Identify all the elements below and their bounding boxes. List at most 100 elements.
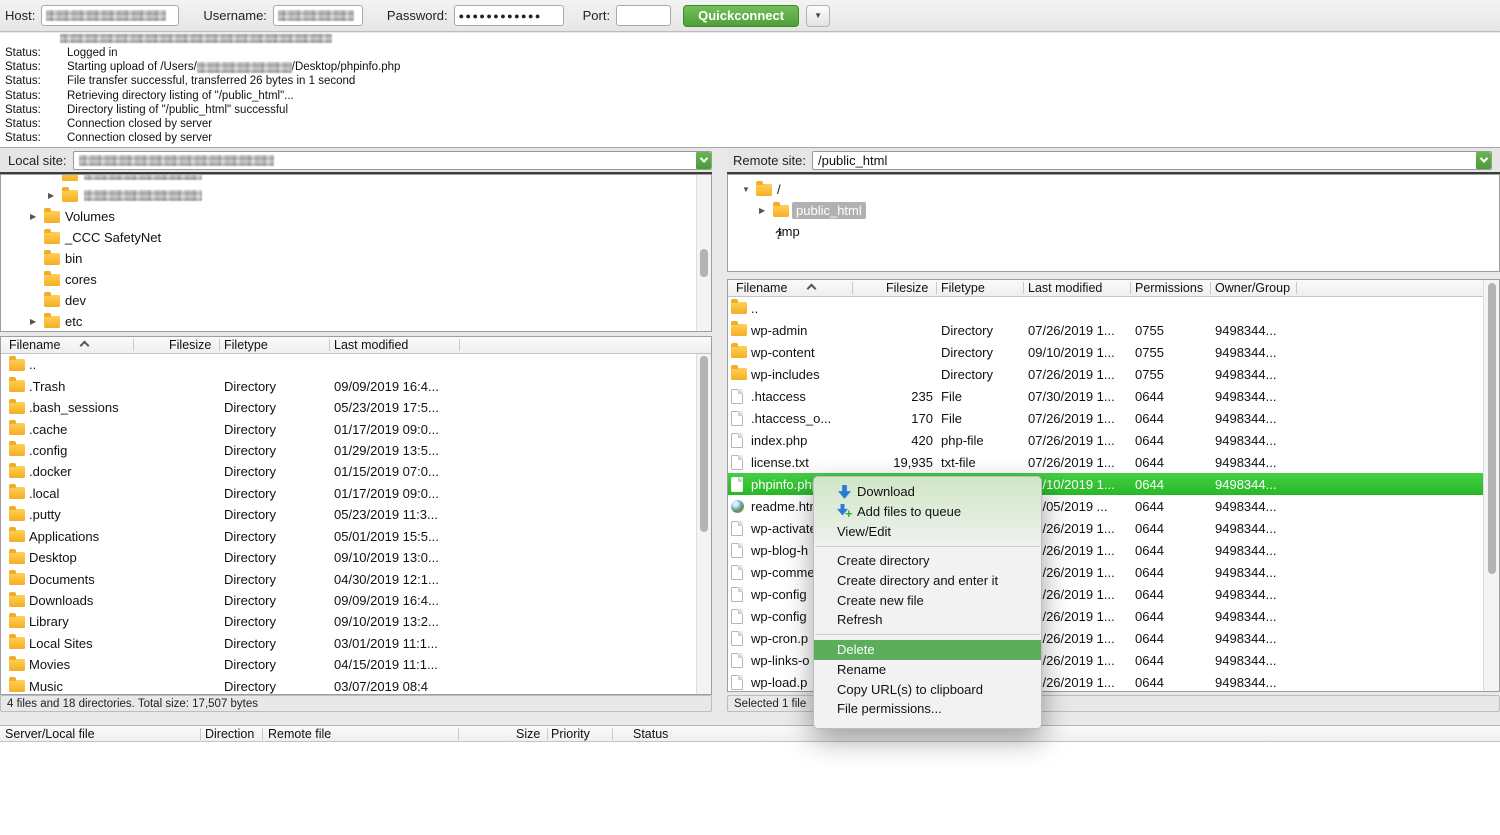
column-header-filename[interactable]: Filename	[9, 338, 60, 352]
file-row[interactable]: Desktop Directory 09/10/2019 13:0...	[1, 547, 711, 568]
file-row[interactable]: .Trash Directory 09/09/2019 16:4...	[1, 375, 711, 396]
permissions-cell: 0644	[1135, 583, 1207, 605]
column-header-permissions[interactable]: Permissions	[1135, 281, 1203, 295]
username-input[interactable]	[273, 5, 363, 26]
context-menu-item[interactable]: File permissions...	[814, 699, 1041, 719]
tree-item[interactable]: bin	[1, 248, 711, 269]
file-row[interactable]: ..	[728, 297, 1483, 319]
tree-item[interactable]: ▶ Volumes	[1, 206, 711, 227]
tree-item[interactable]: tmp	[728, 221, 1499, 242]
remote-site-combo[interactable]: /public_html	[812, 151, 1492, 170]
transfer-queue-header: Server/Local file Direction Remote file …	[0, 725, 1500, 742]
column-header-filesize[interactable]: Filesize	[169, 338, 211, 352]
context-menu-item[interactable]: Create new file	[814, 590, 1041, 610]
expand-arrow-icon[interactable]: ▶	[48, 191, 62, 200]
file-row[interactable]: Library Directory 09/10/2019 13:2...	[1, 611, 711, 632]
column-header-lastmodified[interactable]: Last modified	[1028, 281, 1102, 295]
file-row[interactable]: Movies Directory 04/15/2019 11:1...	[1, 654, 711, 675]
filesize-cell	[141, 633, 215, 654]
password-input[interactable]: ●●●●●●●●●●●●	[454, 5, 564, 26]
file-row[interactable]: .config Directory 01/29/2019 13:5...	[1, 440, 711, 461]
column-header-ownergroup[interactable]: Owner/Group	[1215, 281, 1290, 295]
quickconnect-history-button[interactable]: ▼	[806, 5, 830, 27]
remote-list-scrollbar[interactable]	[1483, 280, 1499, 691]
column-header-lastmodified[interactable]: Last modified	[334, 338, 408, 352]
file-row[interactable]: Downloads Directory 09/09/2019 16:4...	[1, 590, 711, 611]
context-menu-item[interactable]: Copy URL(s) to clipboard	[814, 679, 1041, 699]
lastmodified-cell: 03/01/2019 11:1...	[334, 633, 456, 654]
context-menu-item[interactable]: Add files to queue	[814, 502, 1041, 522]
file-row[interactable]: Local Sites Directory 03/01/2019 11:1...	[1, 633, 711, 654]
context-menu-item[interactable]: Rename	[814, 660, 1041, 680]
column-header-remotefile[interactable]: Remote file	[268, 727, 331, 741]
column-header-priority[interactable]: Priority	[551, 727, 590, 741]
file-row[interactable]: index.php 420 php-file 07/26/2019 1... 0…	[728, 429, 1483, 451]
column-header-direction[interactable]: Direction	[205, 727, 254, 741]
file-row[interactable]: ..	[1, 354, 711, 375]
local-site-dropdown-button[interactable]	[696, 152, 711, 169]
column-header-filetype[interactable]: Filetype	[224, 338, 268, 352]
expand-arrow-icon[interactable]: ▶	[30, 212, 44, 221]
expand-arrow-icon[interactable]: ▼	[742, 185, 756, 194]
tree-item[interactable]: cores	[1, 269, 711, 290]
tree-item[interactable]	[1, 174, 711, 185]
local-tree-scrollbar[interactable]	[696, 175, 711, 331]
column-header-filename[interactable]: Filename	[736, 281, 787, 295]
context-menu-item[interactable]: Create directory	[814, 551, 1041, 571]
log-message: Connection closed by server	[67, 132, 212, 144]
column-header-serverlocalfile[interactable]: Server/Local file	[5, 727, 95, 741]
column-header-status[interactable]: Status	[633, 727, 668, 741]
filetype-cell: php-file	[941, 429, 1021, 451]
column-header-filesize[interactable]: Filesize	[886, 281, 928, 295]
local-site-combo[interactable]	[73, 151, 712, 170]
file-row[interactable]: license.txt 19,935 txt-file 07/26/2019 1…	[728, 451, 1483, 473]
local-tree-scrollbar-thumb[interactable]	[700, 249, 708, 277]
context-menu-item[interactable]: View/Edit	[814, 521, 1041, 541]
remote-list-scrollbar-thumb[interactable]	[1488, 283, 1496, 574]
local-list-scrollbar[interactable]	[696, 354, 711, 695]
expand-arrow-icon[interactable]: ▶	[30, 317, 44, 326]
context-menu-item[interactable]: Download	[814, 482, 1041, 502]
filesize-cell	[856, 341, 933, 363]
file-row[interactable]: Documents Directory 04/30/2019 12:1...	[1, 568, 711, 589]
file-row[interactable]: Applications Directory 05/01/2019 15:5..…	[1, 526, 711, 547]
file-type-icon	[731, 500, 744, 513]
tree-item[interactable]: ▼ /	[728, 179, 1499, 200]
ownergroup-cell: 9498344...	[1215, 583, 1294, 605]
file-row[interactable]: .putty Directory 05/23/2019 11:3...	[1, 504, 711, 525]
port-input[interactable]	[616, 5, 671, 26]
file-row[interactable]: wp-includes Directory 07/26/2019 1... 07…	[728, 363, 1483, 385]
remote-site-label: Remote site:	[733, 153, 806, 168]
tree-item[interactable]: ▶	[1, 185, 711, 206]
filesize-cell	[141, 547, 215, 568]
file-row[interactable]: .htaccess 235 File 07/30/2019 1... 0644 …	[728, 385, 1483, 407]
column-header-size[interactable]: Size	[516, 727, 540, 741]
tree-item[interactable]: dev	[1, 290, 711, 311]
local-list-scrollbar-thumb[interactable]	[700, 356, 708, 532]
file-row[interactable]: Music Directory 03/07/2019 08:4	[1, 676, 711, 694]
file-row[interactable]: wp-content Directory 09/10/2019 1... 075…	[728, 341, 1483, 363]
expand-arrow-icon[interactable]: ▶	[759, 206, 773, 215]
file-row[interactable]: .htaccess_o... 170 File 07/26/2019 1... …	[728, 407, 1483, 429]
column-divider	[852, 282, 853, 294]
tree-item[interactable]: _CCC SafetyNet	[1, 227, 711, 248]
file-row[interactable]: .docker Directory 01/15/2019 07:0...	[1, 461, 711, 482]
tree-item[interactable]: ▶ public_html	[728, 200, 1499, 221]
column-divider	[1130, 282, 1131, 294]
file-row[interactable]: .local Directory 01/17/2019 09:0...	[1, 483, 711, 504]
context-menu-item[interactable]: Refresh	[814, 610, 1041, 630]
context-menu-item[interactable]: Delete	[814, 640, 1041, 660]
host-input[interactable]	[41, 5, 179, 26]
file-row[interactable]: .cache Directory 01/17/2019 09:0...	[1, 418, 711, 439]
filename-cell: .cache	[29, 418, 131, 439]
lastmodified-cell: 07/26/2019 1...	[1028, 539, 1128, 561]
column-header-filetype[interactable]: Filetype	[941, 281, 985, 295]
context-menu-item[interactable]: Create directory and enter it	[814, 571, 1041, 591]
file-row[interactable]: .bash_sessions Directory 05/23/2019 17:5…	[1, 397, 711, 418]
tree-item[interactable]: ▶ etc	[1, 311, 711, 332]
tree-item-label: dev	[65, 293, 86, 308]
remote-site-dropdown-button[interactable]	[1476, 152, 1491, 169]
file-row[interactable]: wp-admin Directory 07/26/2019 1... 0755 …	[728, 319, 1483, 341]
quickconnect-button[interactable]: Quickconnect	[683, 5, 799, 27]
message-log: Status: Logged in Status: Starting uploa…	[0, 33, 1500, 148]
